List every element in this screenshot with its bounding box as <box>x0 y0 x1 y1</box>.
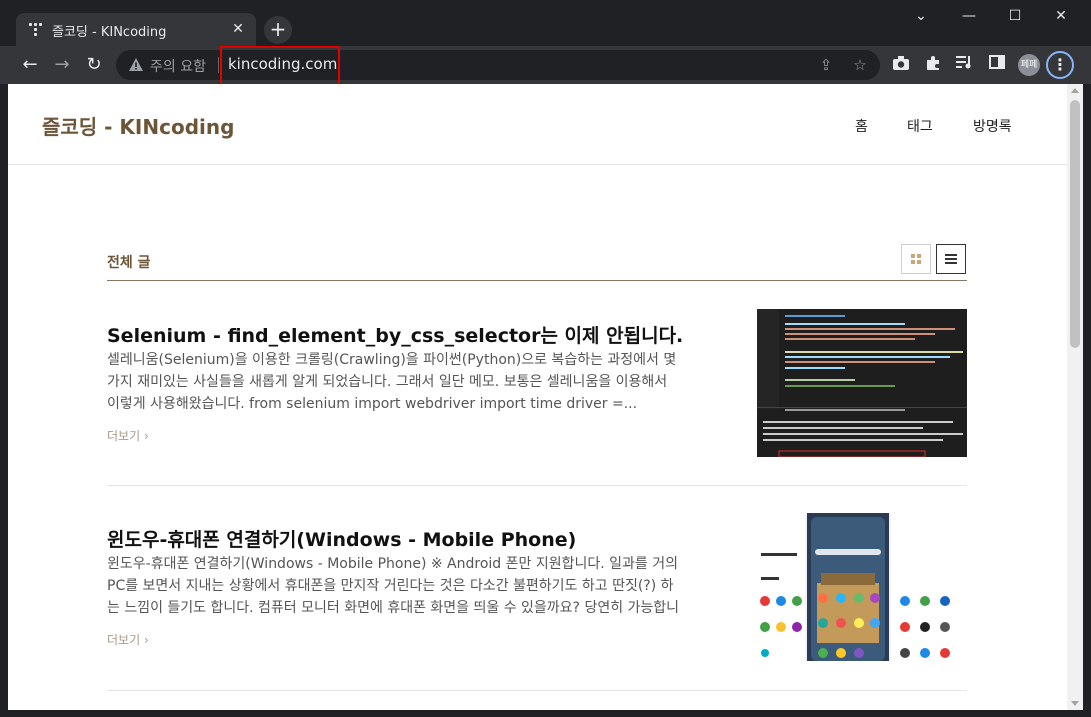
maximize-button[interactable]: ☐ <box>992 6 1038 26</box>
site-title[interactable]: 즐코딩 - KINcoding <box>42 111 234 140</box>
sidepanel-icon[interactable] <box>987 55 1007 75</box>
post-title[interactable]: 윈도우-휴대폰 연결하기(Windows - Mobile Phone) <box>107 525 576 552</box>
phone-link-screenshot-image <box>757 513 967 661</box>
post-excerpt[interactable]: 윈도우-휴대폰 연결하기(Windows - Mobile Phone) ※ A… <box>107 553 683 619</box>
share-icon[interactable]: ⇪ <box>816 55 836 75</box>
back-arrow-icon[interactable]: ← <box>17 52 43 78</box>
media-icon[interactable] <box>955 55 975 75</box>
post-divider <box>107 690 967 691</box>
avatar[interactable]: 페페 <box>1018 54 1040 76</box>
code-screenshot-image <box>757 309 967 457</box>
reload-icon[interactable]: ↻ <box>81 52 107 78</box>
tab-title: 즐코딩 - KINcoding <box>52 25 167 40</box>
browser-toolbar: ← → ↻ 주의 요함 kincoding.com ⇪ ☆ 페페 ⋮ <box>0 46 1091 84</box>
grid-icon <box>911 254 921 264</box>
forward-arrow-icon[interactable]: → <box>49 52 75 78</box>
nav-tag-link[interactable]: 태그 <box>907 116 933 136</box>
post-divider <box>107 485 967 486</box>
page-scrollbar[interactable] <box>1067 84 1083 710</box>
extensions-icon[interactable] <box>923 55 943 75</box>
scroll-down-arrow-icon[interactable] <box>1071 701 1079 706</box>
list-view-button[interactable] <box>936 244 966 274</box>
minimize-button[interactable]: — <box>946 6 992 26</box>
new-tab-button[interactable]: + <box>264 16 292 44</box>
post-excerpt[interactable]: 셀레니움(Selenium)을 이용한 크롤링(Crawling)을 파이썬(P… <box>107 349 683 415</box>
close-window-button[interactable]: ✕ <box>1038 6 1084 26</box>
window-frame-bottom <box>0 710 1091 717</box>
tab-close-icon[interactable]: ✕ <box>228 19 248 39</box>
security-status-text[interactable]: 주의 요함 <box>150 56 206 76</box>
read-more-link[interactable]: 더보기 › <box>107 631 149 648</box>
post-thumbnail[interactable] <box>757 309 967 457</box>
scroll-up-arrow-icon[interactable] <box>1071 88 1079 93</box>
tab-strip: 즐코딩 - KINcoding ✕ + ⌄ — ☐ ✕ <box>0 0 1091 47</box>
scrollbar-thumb[interactable] <box>1070 100 1080 348</box>
list-title: 전체 글 <box>107 255 151 271</box>
url-highlight-box <box>220 46 340 88</box>
camera-icon[interactable] <box>891 55 911 75</box>
omnibox-separator <box>218 57 219 73</box>
menu-icon[interactable]: ⋮ <box>1046 51 1074 79</box>
site-header: 즐코딩 - KINcoding 홈 태그 방명록 <box>8 84 1067 165</box>
site-favicon-icon <box>29 23 43 37</box>
read-more-link[interactable]: 더보기 › <box>107 427 149 444</box>
warning-icon[interactable] <box>128 57 144 73</box>
read-more-label: 더보기 <box>107 429 141 443</box>
browser-chrome: 즐코딩 - KINcoding ✕ + ⌄ — ☐ ✕ ← → ↻ 주의 요함 … <box>0 0 1091 84</box>
nav-guestbook-link[interactable]: 방명록 <box>973 116 1012 136</box>
tab-search-icon[interactable]: ⌄ <box>898 6 944 26</box>
post-thumbnail[interactable] <box>757 513 967 661</box>
page-viewport: 즐코딩 - KINcoding 홈 태그 방명록 전체 글 Selenium -… <box>8 84 1067 710</box>
post-title[interactable]: Selenium - find_element_by_css_selector는… <box>107 321 683 348</box>
post-item[interactable]: Selenium - find_element_by_css_selector는… <box>107 309 967 521</box>
post-item[interactable]: 윈도우-휴대폰 연결하기(Windows - Mobile Phone) 윈도우… <box>107 513 967 710</box>
nav-home-link[interactable]: 홈 <box>855 116 868 136</box>
star-icon[interactable]: ☆ <box>850 55 870 75</box>
list-icon <box>945 254 957 264</box>
browser-tab[interactable]: 즐코딩 - KINcoding ✕ <box>16 13 256 47</box>
read-more-label: 더보기 <box>107 633 141 647</box>
post-list-header: 전체 글 <box>107 244 967 281</box>
grid-view-button[interactable] <box>901 244 931 274</box>
